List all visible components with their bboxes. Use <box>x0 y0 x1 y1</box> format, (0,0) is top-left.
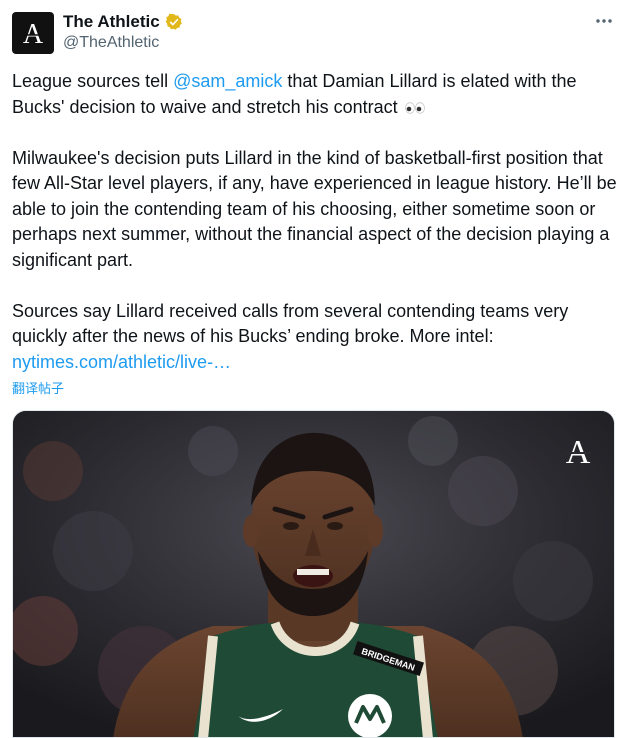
tweet-text-segment: Sources say Lillard received calls from … <box>12 300 569 347</box>
translate-post-link[interactable]: 翻译帖子 <box>12 378 64 397</box>
verified-badge-icon <box>165 13 182 30</box>
player-photo: BRIDGEMAN A <box>13 411 614 737</box>
tweet-card: A The Athletic @TheAthletic League sourc… <box>0 0 640 738</box>
tweet-paragraph-1: League sources tell @sam_amick that Dami… <box>12 69 624 120</box>
author-avatar[interactable]: A <box>12 12 54 54</box>
author-display-name[interactable]: The Athletic <box>63 12 160 32</box>
tweet-media-image[interactable]: BRIDGEMAN A <box>12 410 615 738</box>
tweet-paragraph-3: Sources say Lillard received calls from … <box>12 299 624 376</box>
article-link[interactable]: nytimes.com/athletic/live-… <box>12 352 231 372</box>
more-options-button[interactable] <box>592 12 616 30</box>
tweet-paragraph-2: Milwaukee's decision puts Lillard in the… <box>12 147 617 270</box>
more-dots-icon <box>596 19 612 23</box>
svg-text:A: A <box>23 19 44 48</box>
tweet-text: League sources tell @sam_amick that Dami… <box>12 69 624 375</box>
mention-link[interactable]: @sam_amick <box>173 71 282 91</box>
athletic-logo-icon: A <box>23 19 44 48</box>
author-handle[interactable]: @TheAthletic <box>63 34 159 52</box>
tweet-text-segment: League sources tell <box>12 71 174 91</box>
author-name-row: The Athletic <box>63 11 183 33</box>
eyes-emoji-icon <box>404 102 425 114</box>
